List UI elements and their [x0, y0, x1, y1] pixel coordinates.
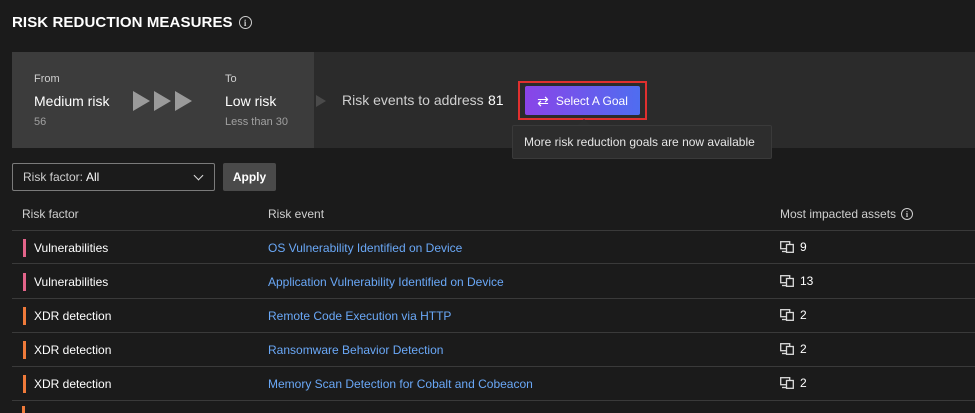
risk-factor-cell: XDR detection	[34, 309, 112, 323]
from-value: Medium risk	[34, 93, 110, 109]
devices-icon	[780, 241, 794, 253]
risk-factor-cell: XDR detection	[34, 343, 112, 357]
risk-factor-color-bar	[23, 341, 26, 359]
impacted-assets-count: 2	[800, 342, 807, 356]
column-header-assets-label: Most impacted assets	[780, 207, 897, 221]
to-label: To	[225, 73, 237, 85]
from-score: 56	[34, 116, 47, 128]
to-value: Low risk	[225, 93, 277, 109]
from-to-panel: From Medium risk 56 To Low risk Less tha…	[12, 52, 314, 148]
devices-icon	[780, 343, 794, 355]
to-score: Less than 30	[225, 116, 288, 128]
risk-factor-color-bar	[23, 273, 26, 291]
select-goal-button[interactable]: ⇄ Select A Goal	[525, 86, 640, 115]
impacted-assets-cell[interactable]: 2	[780, 342, 807, 356]
goal-tooltip-text: More risk reduction goals are now availa…	[524, 135, 755, 149]
chevron-right-icon	[316, 95, 326, 107]
column-header-most-impacted-assets[interactable]: Most impacted assets i	[780, 207, 914, 221]
column-header-risk-factor[interactable]: Risk factor	[22, 207, 79, 221]
risk-event-link[interactable]: Ransomware Behavior Detection	[268, 343, 443, 357]
select-goal-label: Select A Goal	[555, 93, 628, 108]
impacted-assets-count: 13	[800, 274, 814, 288]
risk-factor-color-bar	[23, 239, 26, 257]
risk-factor-cell: Vulnerabilities	[34, 275, 109, 289]
table-row[interactable]: XDR detection Remote Code Execution via …	[12, 299, 975, 333]
risk-factor-cell: Vulnerabilities	[34, 241, 109, 255]
impacted-assets-cell[interactable]: 2	[780, 308, 807, 322]
risk-event-link[interactable]: Remote Code Execution via HTTP	[268, 309, 451, 323]
impacted-assets-cell[interactable]: 2	[780, 376, 807, 390]
risk-event-link[interactable]: Application Vulnerability Identified on …	[268, 275, 504, 289]
swap-arrows-icon: ⇄	[537, 92, 549, 109]
impacted-assets-count: 2	[800, 376, 807, 390]
impacted-assets-cell[interactable]: 9	[780, 240, 807, 254]
risk-factor-dropdown[interactable]: Risk factor: All	[12, 163, 215, 191]
impacted-assets-cell[interactable]: 13	[780, 274, 813, 288]
goal-tooltip: More risk reduction goals are now availa…	[512, 125, 772, 159]
from-label: From	[34, 73, 60, 85]
chevron-down-icon	[193, 170, 204, 181]
risk-goal-banner: From Medium risk 56 To Low risk Less tha…	[12, 52, 975, 148]
devices-icon	[780, 275, 794, 287]
info-icon[interactable]: i	[238, 16, 252, 29]
apply-button[interactable]: Apply	[223, 163, 276, 191]
page-title-text: RISK REDUCTION MEASURES	[12, 14, 233, 31]
risk-factor-color-bar	[23, 307, 26, 325]
devices-icon	[780, 309, 794, 321]
risk-factor-cell: XDR detection	[34, 377, 112, 391]
table-row[interactable]: XDR detection Ransomware Behavior Detect…	[12, 333, 975, 367]
risk-reduction-page: RISK REDUCTION MEASURES i From Medium ri…	[0, 0, 975, 413]
risk-events-count: 81	[488, 92, 504, 108]
progress-arrows-icon	[133, 91, 192, 111]
info-icon[interactable]: i	[901, 208, 914, 220]
impacted-assets-count: 2	[800, 308, 807, 322]
risk-factor-filter-value: All	[86, 170, 100, 184]
risk-event-link[interactable]: OS Vulnerability Identified on Device	[268, 241, 462, 255]
risk-factor-color-bar	[22, 406, 25, 413]
page-title: RISK REDUCTION MEASURES i	[12, 14, 252, 31]
risk-factor-color-bar	[23, 375, 26, 393]
impacted-assets-count: 9	[800, 240, 807, 254]
table-row[interactable]: Vulnerabilities OS Vulnerability Identif…	[12, 230, 975, 264]
risk-event-link[interactable]: Memory Scan Detection for Cobalt and Cob…	[268, 377, 533, 391]
risk-events-label: Risk events to address	[342, 92, 484, 108]
table-row[interactable]: XDR detection Memory Scan Detection for …	[12, 367, 975, 401]
risk-factor-filter-label: Risk factor:	[23, 170, 84, 184]
column-header-risk-event[interactable]: Risk event	[268, 207, 324, 221]
devices-icon	[780, 377, 794, 389]
table-row[interactable]: Vulnerabilities Application Vulnerabilit…	[12, 265, 975, 299]
